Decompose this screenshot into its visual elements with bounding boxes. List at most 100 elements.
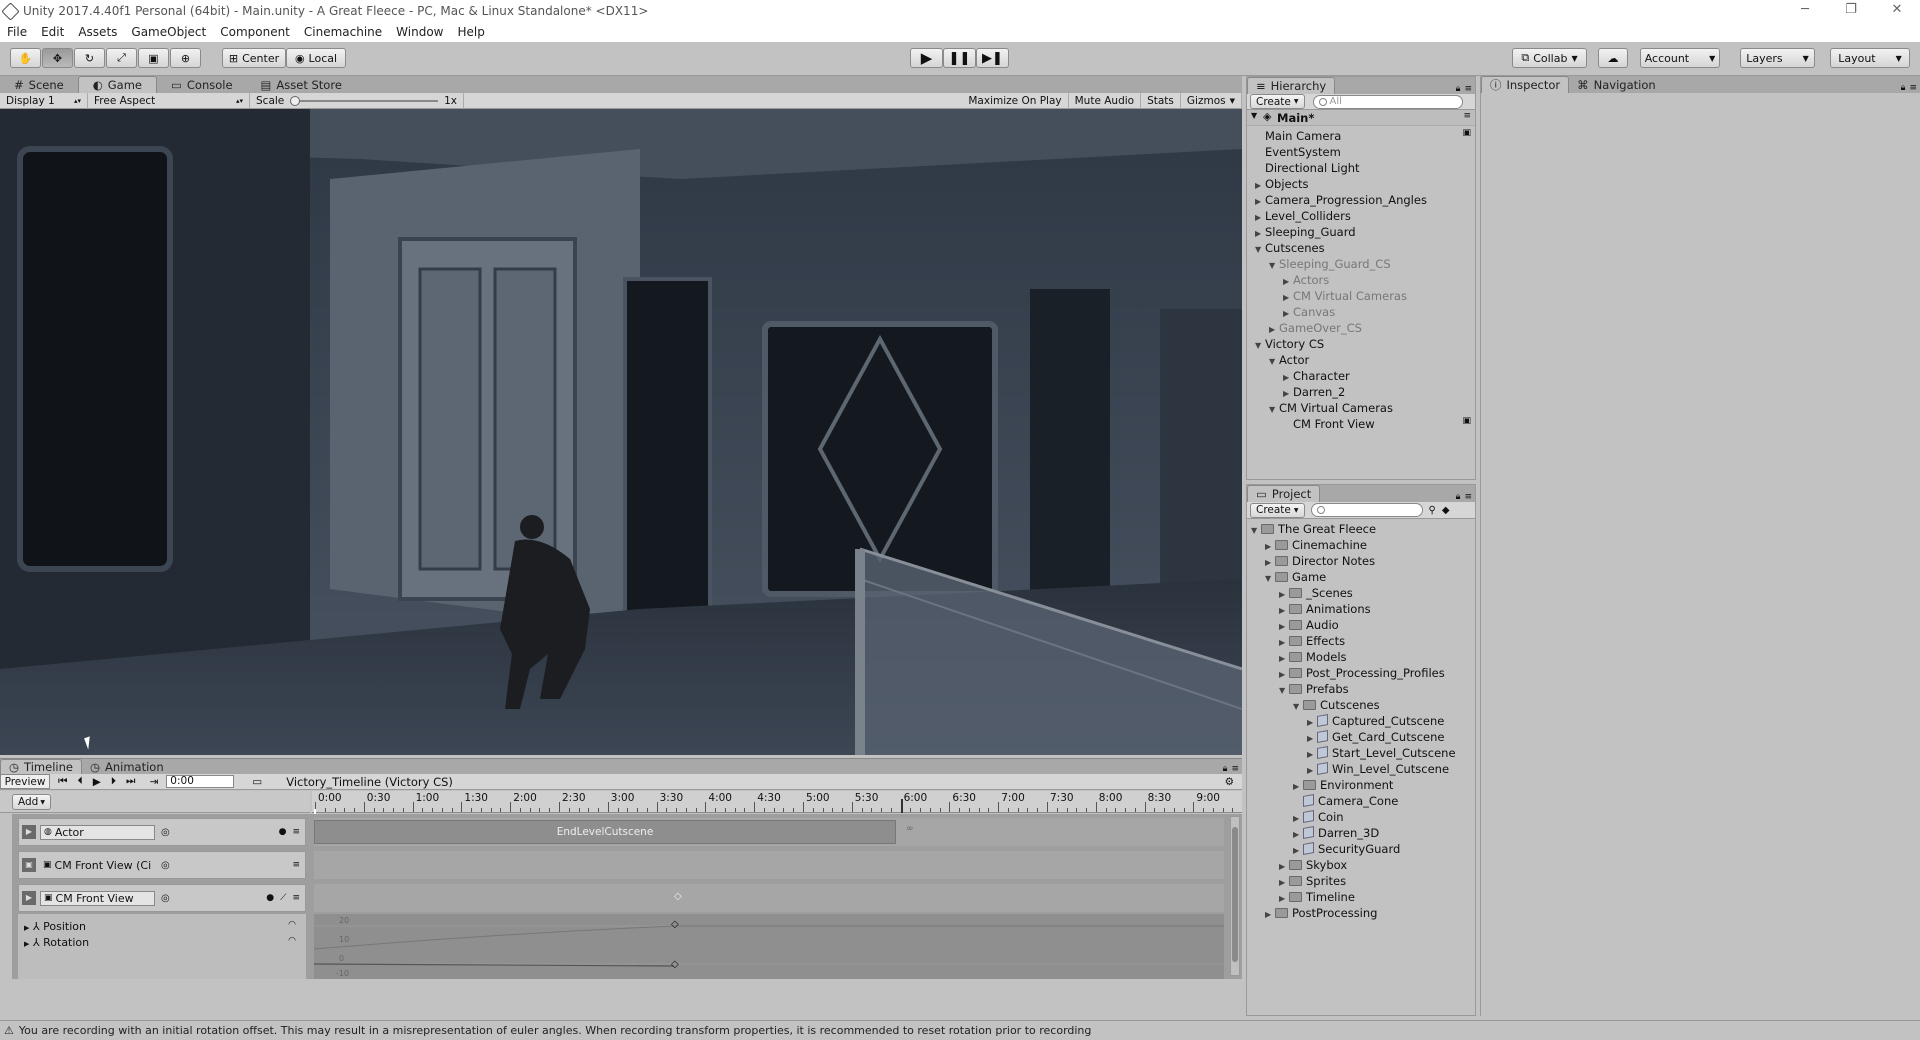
hierarchy-item[interactable]: ▶ Objects (1255, 176, 1308, 192)
time-ruler[interactable]: 0:00 0:30 1:00 1:30 2:00 2:30 3:00 3:30 4:00 4:30… (312, 791, 1242, 813)
track-menu-icon[interactable]: ≡ (292, 827, 300, 837)
tab-navigation[interactable]: ⌘ Navigation (1569, 76, 1664, 93)
pivot-center-button[interactable]: ⊞ Center (222, 48, 286, 68)
panel-menu-icon[interactable]: ≡ (1231, 764, 1239, 774)
hierarchy-item[interactable]: ▶ Camera_Progression_Angles (1255, 192, 1427, 208)
track-menu-icon[interactable]: ≡ (292, 893, 300, 903)
chevron-right-icon[interactable]: ▶ (1265, 907, 1275, 923)
cm-track-lane[interactable] (314, 851, 1224, 879)
close-button[interactable]: ✕ (1874, 0, 1920, 22)
hierarchy-item[interactable]: ▶ CM Virtual Cameras (1283, 288, 1407, 304)
track-header-actor[interactable]: ▶ ◍ Actor ◎ ● ≡ (18, 818, 306, 846)
rect-tool-icon[interactable]: ▣ (138, 48, 169, 68)
timeline-scrollbar[interactable] (1230, 816, 1240, 976)
project-item[interactable]: ▼ Game (1265, 569, 1326, 585)
step-button[interactable]: ▶❚ (976, 48, 1009, 68)
scale-slider[interactable] (290, 95, 439, 106)
hand-tool-icon[interactable]: ✋ (10, 48, 41, 68)
scrollbar-thumb[interactable] (1232, 827, 1238, 962)
keyframe-marker-icon[interactable]: ◇ (674, 891, 682, 902)
menu-cinemachine[interactable]: Cinemachine (297, 25, 389, 39)
target-picker-icon[interactable]: ◎ (161, 893, 170, 904)
track-header-cm-front-view-cinemachine[interactable]: ▣ ▣ CM Front View (Ci ◎ ≡ (18, 851, 306, 879)
tab-game[interactable]: ◐ Game (77, 76, 157, 93)
last-frame-icon[interactable]: ⏭ (126, 775, 135, 788)
project-item[interactable]: ▶ Environment (1293, 777, 1393, 793)
chevron-down-icon[interactable]: ▼ (1255, 338, 1265, 354)
record-icon[interactable]: ● (266, 893, 274, 903)
project-item[interactable]: ▶ Captured_Cutscene (1307, 713, 1444, 729)
first-frame-icon[interactable]: ⏮ (58, 775, 67, 788)
hierarchy-item[interactable]: EventSystem (1255, 144, 1341, 160)
cm-front-view-binding-field[interactable]: ▣ CM Front View (40, 890, 155, 906)
hierarchy-item[interactable]: CM Front View (1283, 416, 1375, 432)
play-icon[interactable]: ▶ (93, 776, 101, 788)
collab-dropdown[interactable]: ⧉ Collab ▼ (1512, 48, 1587, 68)
hierarchy-item[interactable]: ▼ Cutscenes (1255, 240, 1325, 256)
tab-project[interactable]: ▭ Project (1247, 485, 1321, 502)
project-item[interactable]: ▶ Director Notes (1265, 553, 1375, 569)
project-item[interactable]: ▶ Timeline (1279, 889, 1355, 905)
expand-arrow-icon[interactable]: ▶ (24, 940, 29, 948)
menu-component[interactable]: Component (213, 25, 297, 39)
panel-menu-icon[interactable]: ≡ (1464, 492, 1472, 502)
actor-binding-field[interactable]: ◍ Actor (40, 824, 155, 840)
project-item[interactable]: ▶ Cinemachine (1265, 537, 1367, 553)
project-item[interactable]: ▶ Sprites (1279, 873, 1346, 889)
project-item[interactable]: ▼ Cutscenes (1293, 697, 1380, 713)
panel-menu-icon[interactable]: ≡ (1464, 84, 1472, 94)
chevron-down-icon[interactable]: ▼ (1269, 258, 1279, 274)
gizmos-dropdown[interactable]: Gizmos ▼ (1181, 92, 1242, 109)
keyframe-marker-icon[interactable]: ◇ (671, 919, 679, 930)
project-item[interactable]: ▶ _Scenes (1279, 585, 1353, 601)
tab-scene[interactable]: # Scene (0, 76, 78, 93)
target-picker-icon[interactable]: ◎ (161, 827, 170, 838)
move-tool-icon[interactable]: ✥ (42, 48, 73, 68)
pause-button[interactable]: ❚❚ (943, 48, 976, 68)
hierarchy-item[interactable]: ▶ Character (1283, 368, 1350, 384)
aspect-dropdown[interactable]: Free Aspect ▴▾ (88, 92, 250, 109)
keyframe-marker-icon[interactable]: ◇ (671, 959, 679, 970)
account-dropdown[interactable]: Account ▼ (1640, 48, 1720, 68)
transform-tool-icon[interactable]: ⊕ (170, 48, 201, 68)
scene-header[interactable]: ▼ ◈ Main* ≡ (1247, 110, 1475, 126)
hierarchy-item[interactable]: ▶ Actors (1283, 272, 1329, 288)
tab-asset-store[interactable]: ▤ Asset Store (247, 76, 356, 93)
hierarchy-item[interactable]: ▼ Sleeping_Guard_CS (1269, 256, 1391, 272)
prev-frame-icon[interactable]: ⏴ (77, 775, 82, 788)
curves-toggle-icon[interactable]: ⟋ (280, 893, 286, 903)
project-item[interactable]: ▶ Start_Level_Cutscene (1307, 745, 1456, 761)
add-track-dropdown[interactable]: Add ▼ (12, 794, 51, 810)
chevron-down-icon[interactable]: ▼ (1269, 354, 1279, 370)
hierarchy-item[interactable]: ▶ Darren_2 (1283, 384, 1345, 400)
menu-window[interactable]: Window (389, 25, 450, 39)
chevron-down-icon[interactable]: ▼ (1251, 523, 1261, 539)
project-item[interactable]: ▶ Get_Card_Cutscene (1307, 729, 1444, 745)
project-create-dropdown[interactable]: Create ▼ (1250, 502, 1305, 518)
menu-edit[interactable]: Edit (34, 25, 71, 39)
property-position[interactable]: ▶ ⅄ Position (24, 920, 86, 933)
cm-binding-field[interactable]: ▣ CM Front View (Ci (40, 858, 155, 873)
play-range-icon[interactable]: ⇥ (149, 776, 158, 788)
menu-file[interactable]: File (0, 25, 34, 39)
panel-menu-icon[interactable]: ≡ (1909, 83, 1917, 93)
project-item[interactable]: ▼ Prefabs (1279, 681, 1349, 697)
target-picker-icon[interactable]: ◎ (161, 860, 170, 871)
hierarchy-item[interactable]: ▶ GameOver_CS (1269, 320, 1362, 336)
layers-dropdown[interactable]: Layers ▼ (1740, 48, 1815, 68)
hierarchy-item[interactable]: ▶ Sleeping_Guard (1255, 224, 1356, 240)
status-bar[interactable]: ⚠ You are recording with an initial rota… (0, 1020, 1920, 1040)
maximize-on-play-toggle[interactable]: Maximize On Play (962, 92, 1069, 109)
chevron-down-icon[interactable]: ▼ (1265, 571, 1275, 587)
curve-editor[interactable]: 20 10 0 -10 ◇ ◇ (313, 914, 1224, 979)
cloud-button[interactable]: ☁ (1598, 48, 1628, 68)
menu-gameobject[interactable]: GameObject (124, 25, 213, 39)
track-header-cm-front-view[interactable]: ▶ ▣ CM Front View ◎ ● ⟋ ≡ (18, 884, 306, 912)
expand-arrow-icon[interactable]: ▶ (24, 924, 29, 932)
preview-toggle[interactable]: Preview (0, 774, 50, 789)
project-item[interactable]: ▶ PostProcessing (1265, 905, 1377, 921)
lock-icon[interactable]: 🔒︎ (1223, 764, 1228, 774)
project-item[interactable]: ▶ Post_Processing_Profiles (1279, 665, 1445, 681)
visibility-icon[interactable]: ◠ (288, 920, 296, 930)
slider-thumb[interactable] (290, 95, 301, 106)
